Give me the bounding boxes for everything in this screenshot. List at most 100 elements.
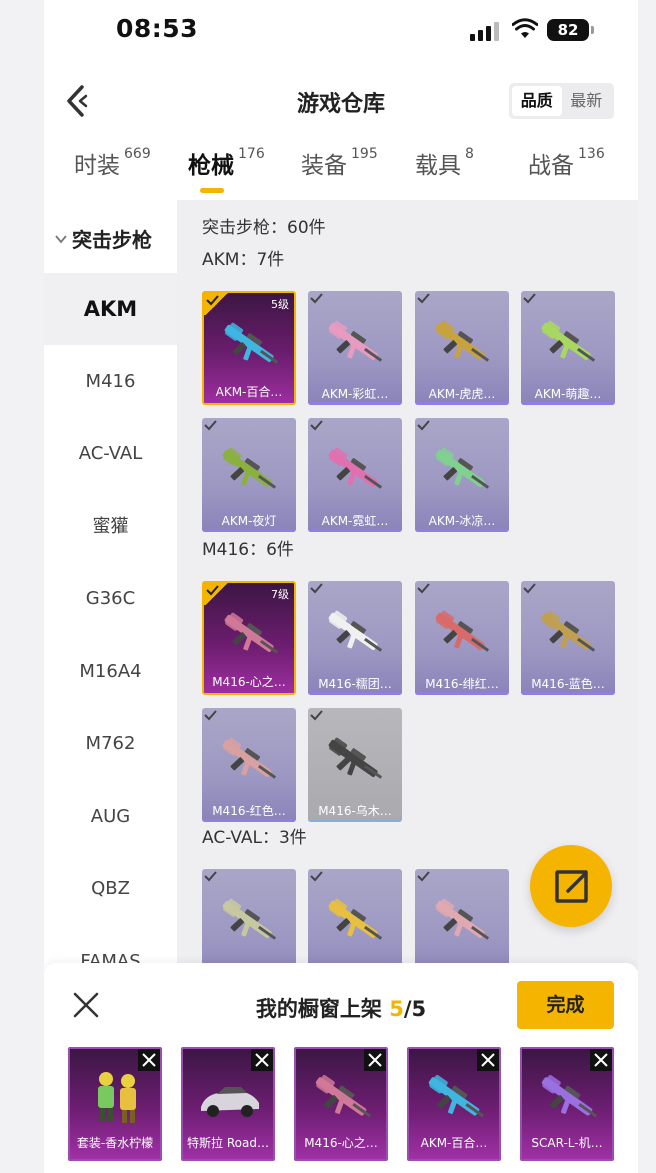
skin-image (535, 315, 601, 373)
rarity-bar (202, 819, 296, 822)
skin-card[interactable]: AKM-霓虹… (308, 418, 402, 532)
car-image (195, 1069, 265, 1129)
skin-name: M416-心之… (212, 675, 286, 689)
sidebar-item-m762[interactable]: M762 (44, 708, 177, 780)
remove-icon[interactable] (590, 1049, 612, 1071)
status-bar: 08:53 82 (44, 0, 638, 62)
sidebar-group-assault-rifles[interactable]: 突击步枪 (54, 224, 152, 253)
skin-card[interactable]: 7级 M416-心之… (202, 581, 296, 695)
sidebar-group-label: 突击步枪 (72, 228, 152, 252)
skin-card[interactable]: M416-乌木… (308, 708, 402, 822)
tab-vehicles[interactable]: 载具 8 (415, 146, 474, 180)
sidebar-item-g36c[interactable]: G36C (44, 563, 177, 635)
skin-name: M416-红色… (212, 804, 286, 818)
section-title: M416：6件 (202, 540, 294, 560)
skin-card[interactable] (202, 869, 296, 970)
tab-count: 669 (124, 146, 151, 162)
skin-name: AKM-夜灯 (221, 514, 277, 528)
showcase-total: /5 (403, 997, 427, 1021)
skin-card[interactable]: M416-绯红… (415, 581, 509, 695)
share-icon (555, 870, 588, 903)
sidebar-item-honey-badger[interactable]: 蜜獾 (44, 491, 177, 563)
skin-card[interactable]: 5级 AKM-百合… (202, 291, 296, 405)
showcase-item[interactable]: AKM-百合… (407, 1047, 501, 1161)
skin-card[interactable]: M416-糯团… (308, 581, 402, 695)
done-button[interactable]: 完成 (517, 981, 614, 1029)
remove-icon[interactable] (251, 1049, 273, 1071)
sidebar-item-ac-val[interactable]: AC-VAL (44, 418, 177, 490)
remove-icon[interactable] (364, 1049, 386, 1071)
skin-card[interactable]: AKM-萌趣… (521, 291, 615, 405)
car-icon (201, 1087, 259, 1117)
rifle-icon (224, 322, 279, 364)
rifle-icon (541, 610, 596, 652)
skin-name: M416-蓝色… (531, 677, 605, 691)
category-tabs: 时装 669 枪械 176 装备 195 载具 8 战备 136 (44, 146, 638, 196)
tab-equipment[interactable]: 装备 195 (301, 146, 378, 180)
checkmark-icon (415, 581, 441, 603)
remove-icon[interactable] (138, 1049, 160, 1071)
skin-name: M416-糯团… (318, 677, 392, 691)
sidebar-item-m16a4[interactable]: M16A4 (44, 636, 177, 708)
gun-image (421, 1069, 491, 1129)
sort-toggle: 品质 最新 (509, 83, 614, 119)
sort-latest-button[interactable]: 最新 (562, 86, 612, 116)
showcase-item-name: 特斯拉 Road… (187, 1136, 269, 1150)
share-button[interactable] (530, 845, 612, 927)
remove-icon[interactable] (477, 1049, 499, 1071)
skin-name: AKM-萌趣… (534, 387, 602, 401)
skin-card[interactable]: AKM-虎虎… (415, 291, 509, 405)
battery-indicator: 82 (547, 19, 589, 41)
showcase-item[interactable]: 特斯拉 Road… (181, 1047, 275, 1161)
tab-guns[interactable]: 枪械 176 (188, 146, 265, 180)
rifle-icon (328, 898, 383, 940)
rifle-icon (435, 610, 490, 652)
rarity-bar (521, 402, 615, 405)
skin-image (216, 732, 282, 790)
rifle-icon (222, 737, 277, 779)
skin-image (322, 442, 388, 500)
sort-quality-button[interactable]: 品质 (512, 86, 562, 116)
rarity-bar (415, 692, 509, 695)
checkmark-icon (308, 708, 334, 730)
gun-image (534, 1069, 604, 1129)
skin-card[interactable]: AKM-彩虹… (308, 291, 402, 405)
tab-supplies[interactable]: 战备 136 (528, 146, 605, 180)
tab-count: 176 (238, 146, 265, 162)
skin-card[interactable]: M416-蓝色… (521, 581, 615, 695)
skin-image (322, 893, 388, 951)
showcase-item[interactable]: 套装-香水柠檬 (68, 1047, 162, 1161)
rifle-icon (222, 898, 277, 940)
tab-label: 战备 (528, 153, 574, 179)
skin-image (218, 607, 284, 665)
sidebar-item-aug[interactable]: AUG (44, 781, 177, 853)
showcase-item[interactable]: SCAR-L-机… (520, 1047, 614, 1161)
skin-card[interactable] (308, 869, 402, 970)
tab-label: 装备 (301, 153, 347, 179)
skin-image (429, 315, 495, 373)
checkmark-icon (308, 581, 334, 603)
checkmark-icon (204, 583, 230, 605)
skin-card[interactable] (415, 869, 509, 970)
sidebar-item-akm[interactable]: AKM (44, 273, 177, 345)
status-time: 08:53 (116, 14, 199, 43)
showcase-item-name: M416-心之… (304, 1136, 378, 1150)
skin-name: AKM-霓虹… (321, 514, 389, 528)
showcase-item[interactable]: M416-心之… (294, 1047, 388, 1161)
skin-card[interactable]: M416-红色… (202, 708, 296, 822)
tab-fashion[interactable]: 时装 669 (74, 146, 151, 180)
skin-card[interactable]: AKM-夜灯 (202, 418, 296, 532)
skin-name: M416-绯红… (425, 677, 499, 691)
battery-tip (591, 26, 594, 34)
skin-name: AKM-冰凉… (428, 514, 496, 528)
rifle-icon (222, 447, 277, 489)
skin-card[interactable]: AKM-冰凉… (415, 418, 509, 532)
skin-image (322, 315, 388, 373)
tab-label: 枪械 (188, 153, 234, 179)
sidebar-item-qbz[interactable]: QBZ (44, 853, 177, 925)
rarity-bar (521, 692, 615, 695)
skin-image (216, 893, 282, 951)
skin-name: AKM-虎虎… (428, 387, 496, 401)
sidebar-item-m416[interactable]: M416 (44, 346, 177, 418)
rifle-icon (315, 1074, 372, 1118)
